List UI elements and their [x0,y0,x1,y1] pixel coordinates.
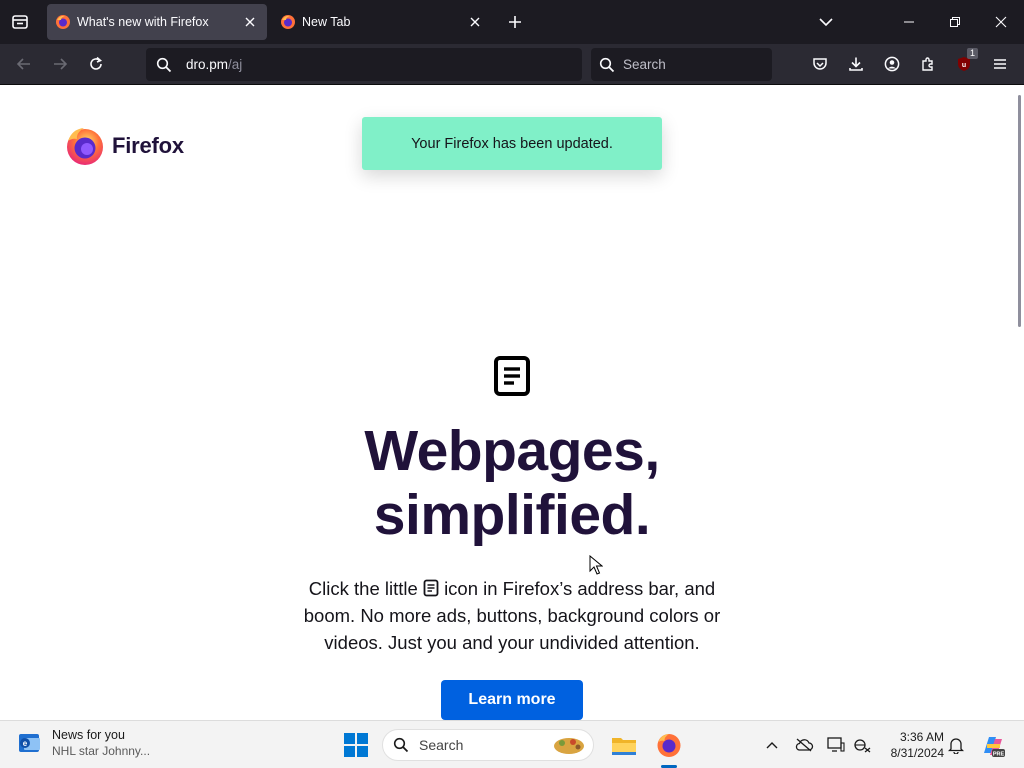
minimize-icon [904,21,914,23]
firefox-favicon-icon [281,15,295,29]
reload-icon [90,56,102,70]
address-host: dro.pm [186,57,229,72]
news-title: News for you [52,728,125,742]
tab-close-button[interactable] [241,13,259,31]
title-line: Webpages, [364,419,660,483]
tab-strip: What's new with Firefox New Tab [0,0,1024,44]
forward-button[interactable] [44,48,76,80]
notifications-button[interactable] [946,735,966,755]
network-disconnected-icon [854,739,871,753]
plus-icon [509,16,521,28]
close-icon [995,16,1007,28]
bell-icon [948,738,964,754]
news-widget[interactable]: e News for you NHL star Johnny... [16,727,150,759]
restore-button[interactable] [932,0,978,44]
firefox-view-button[interactable] [4,6,36,38]
file-explorer-button[interactable] [608,729,640,761]
account-icon [884,56,900,72]
downloads-button[interactable] [840,48,872,80]
show-hidden-icons-button[interactable] [762,735,782,755]
pocket-icon [813,58,827,70]
firefox-taskbar-button[interactable] [653,729,685,761]
tab-title: What's new with Firefox [77,15,209,29]
blocked-count-badge: 1 [966,48,978,59]
display-tray-button[interactable] [826,735,846,755]
firefox-window: What's new with Firefox New Tab dro.pm/a… [0,0,1024,768]
monitor-icon [827,737,845,752]
firefox-brand[interactable]: Firefox [64,125,184,167]
copilot-icon[interactable]: PRE [980,733,1006,759]
folder-icon [612,738,636,755]
clock-time: 3:36 AM [899,730,944,744]
puzzle-icon [922,57,933,71]
notification-text: Your Firefox has been updated. [411,135,613,152]
reader-view-icon [494,356,530,396]
news-headline: NHL star Johnny... [52,744,151,758]
svg-text:PRE: PRE [993,752,1005,758]
firefox-logo-icon [657,734,681,757]
extensions-button[interactable] [912,48,944,80]
tab-whats-new[interactable]: What's new with Firefox [47,4,267,40]
page-content: Firefox Your Firefox has been updated. W… [0,85,1024,720]
arrow-left-icon [16,58,30,70]
onedrive-tray-button[interactable] [794,735,814,755]
search-icon [599,57,615,72]
firefox-favicon-icon [56,15,70,29]
restore-icon [950,17,960,27]
address-text[interactable]: dro.pm/aj [186,57,242,72]
update-notification: Your Firefox has been updated. [362,117,662,170]
account-button[interactable] [876,48,908,80]
system-clock[interactable]: 3:36 AM 8/31/2024 [880,729,944,761]
new-tab-button[interactable] [500,6,530,38]
firefox-logo-icon [67,128,103,165]
tab-title: New Tab [302,15,351,29]
page-title: Webpages, simplified. [212,419,812,547]
description-part: Click the little [308,578,418,599]
windows-taskbar: e News for you NHL star Johnny... Search [0,720,1024,768]
search-highlight-icon [554,738,584,754]
learn-more-button[interactable]: Learn more [441,680,583,720]
windows-start-icon[interactable] [343,732,369,758]
search-icon [393,737,409,753]
ublock-origin-button[interactable]: u 1 [948,48,980,80]
address-bar[interactable]: dro.pm/aj [146,48,582,81]
address-path: /aj [228,57,243,72]
minimize-button[interactable] [886,0,932,44]
tab-close-button[interactable] [466,13,484,31]
back-button[interactable] [8,48,40,80]
navigation-toolbar: dro.pm/aj Search u 1 [0,44,1024,85]
reload-button[interactable] [80,48,112,80]
search-icon [156,57,172,72]
chevron-up-icon [766,742,778,749]
mouse-cursor-icon [589,555,603,575]
learn-more-label: Learn more [468,691,556,708]
svg-text:u: u [962,62,966,69]
search-input[interactable] [623,57,763,72]
save-to-pocket-button[interactable] [804,48,836,80]
svg-text:e: e [23,739,28,748]
clock-date: 8/31/2024 [890,746,944,760]
hamburger-icon [994,59,1006,69]
news-icon: e [19,734,40,752]
close-icon [470,17,480,27]
vertical-scrollbar[interactable] [1018,95,1021,327]
taskbar-search-label: Search [419,737,464,753]
taskbar-search[interactable]: Search [382,729,594,761]
close-icon [245,17,255,27]
chevron-down-icon [819,18,833,27]
cloud-offline-icon [795,738,814,752]
close-window-button[interactable] [978,0,1024,44]
search-bar[interactable] [591,48,772,81]
tab-list-icon [12,15,28,29]
arrow-right-icon [54,58,68,70]
page-description: Click the little icon in Firefox’s addre… [282,575,742,656]
list-all-tabs-button[interactable] [812,6,840,38]
title-line: simplified. [373,483,651,547]
network-volume-tray-button[interactable] [852,735,872,755]
tab-new-tab[interactable]: New Tab [272,4,492,40]
reader-view-icon [423,579,439,597]
brand-wordmark: Firefox [112,133,184,158]
app-menu-button[interactable] [984,48,1016,80]
download-icon [849,57,863,71]
